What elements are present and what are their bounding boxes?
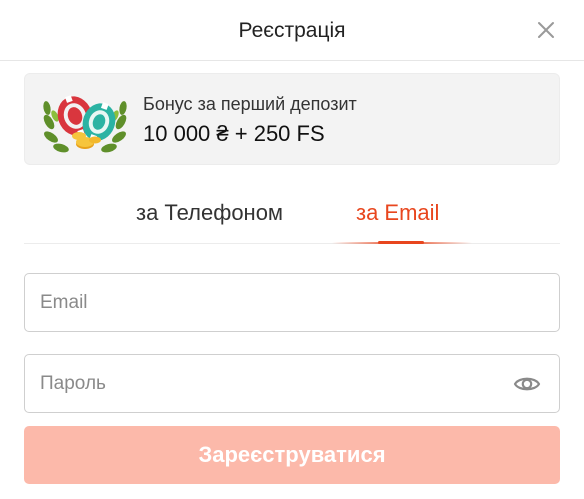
tab-email[interactable]: за Email: [356, 200, 439, 226]
tabs-divider: [24, 243, 560, 244]
password-visibility-toggle[interactable]: [513, 372, 541, 396]
bonus-value: 10 000 ₴ + 250 FS: [143, 121, 325, 146]
registration-modal: Реєстрація Бонус за перший депозит 10 00…: [0, 0, 584, 499]
close-icon: [538, 22, 554, 38]
bonus-card: Бонус за перший депозит 10 000 ₴ + 250 F…: [24, 73, 560, 165]
password-field-wrapper: [24, 354, 560, 413]
active-tab-indicator-core: [378, 241, 424, 244]
casino-chips-laurel-icon: [43, 95, 127, 153]
email-field[interactable]: [25, 274, 559, 331]
modal-title: Реєстрація: [238, 19, 346, 42]
tab-phone[interactable]: за Телефоном: [136, 200, 283, 226]
eye-icon: [513, 377, 541, 391]
email-field-wrapper: [24, 273, 560, 332]
close-button[interactable]: [536, 20, 556, 40]
bonus-label: Бонус за перший депозит: [143, 94, 357, 114]
register-button[interactable]: Зареєструватися: [24, 426, 560, 484]
modal-header: Реєстрація: [0, 0, 584, 61]
registration-method-tabs: за Телефоном за Email: [24, 190, 560, 244]
password-field[interactable]: [25, 355, 559, 412]
